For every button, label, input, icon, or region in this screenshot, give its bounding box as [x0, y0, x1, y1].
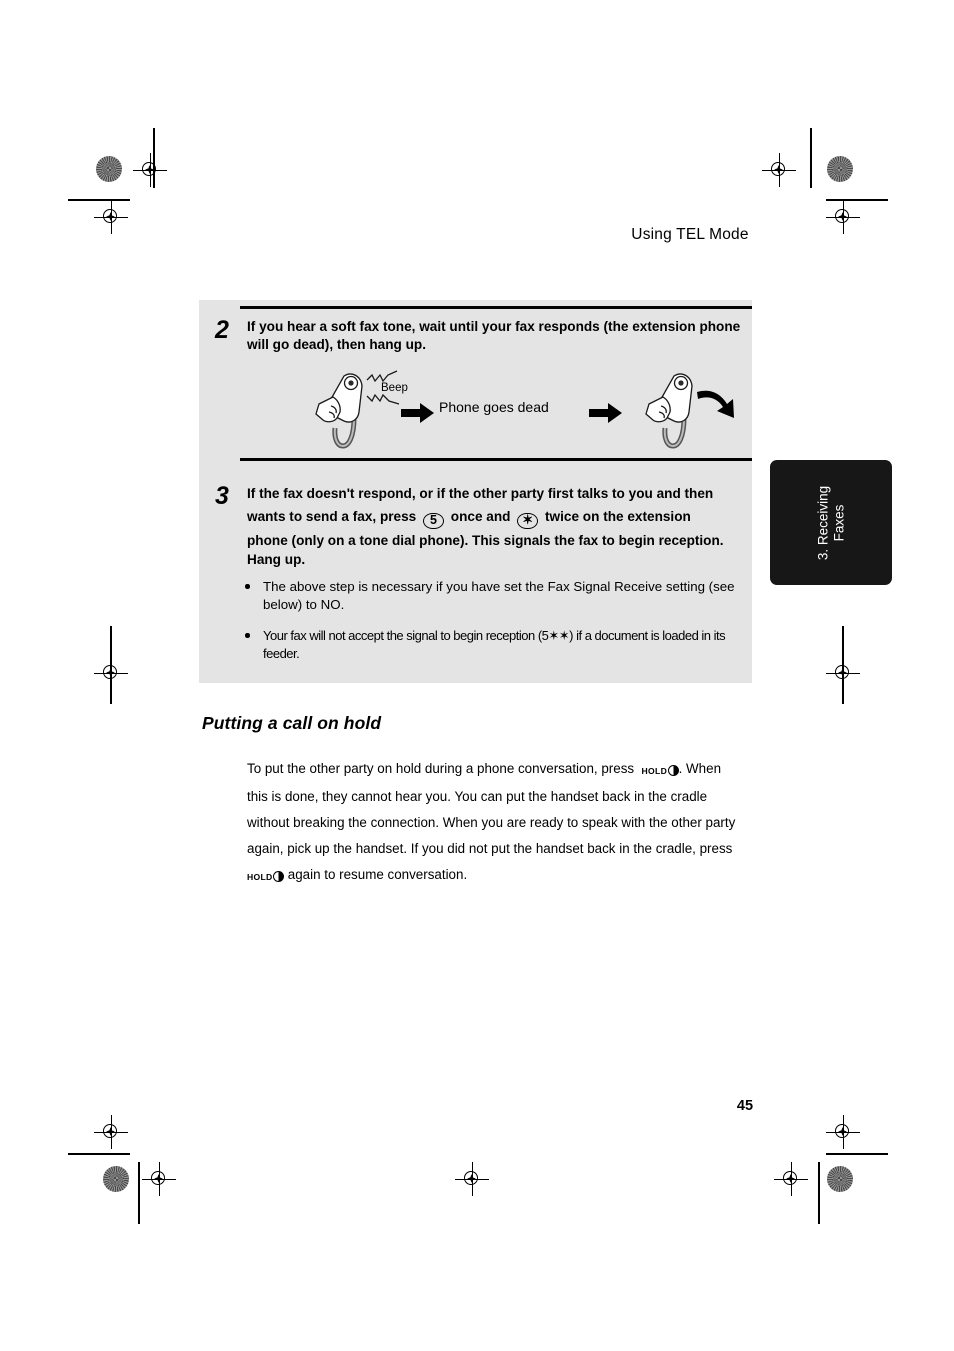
registration-target-top-left-inner — [133, 153, 167, 187]
hold-button-label: HOLD — [641, 766, 668, 776]
step-3-text-line2: wants to send a fax, press 5 once and ✶ … — [247, 509, 691, 529]
steps-panel: 2 If you hear a soft fax tone, wait unti… — [199, 300, 752, 683]
hold-button-icon: HOLD — [642, 757, 679, 784]
trim-line-bottom-left-vertical — [138, 1162, 140, 1224]
registration-target-bottom-center — [455, 1162, 489, 1196]
trim-line-bottom-left-horizontal — [68, 1153, 130, 1155]
page-title: Putting a call on hold — [202, 713, 382, 733]
registration-target-bottom-right-outer — [826, 1115, 860, 1149]
trim-line-bottom-right-vertical — [818, 1162, 820, 1224]
hold-section-paragraph: To put the other party on hold during a … — [247, 756, 742, 890]
figure-caption: Phone goes dead — [439, 399, 549, 415]
hold-moon-glyph — [667, 765, 679, 776]
halftone-circle-top-left — [96, 156, 122, 182]
trim-line-top-left-vertical — [153, 128, 155, 188]
registration-target-top-right-inner — [762, 153, 796, 187]
step-3-text: If the fax doesn't respond, or if the ot… — [247, 484, 752, 569]
page-header-title: Using TEL Mode — [631, 226, 749, 243]
bullet-dot-icon — [245, 584, 250, 589]
hold-moon-glyph-2 — [273, 871, 285, 882]
handset-hangup-icon — [645, 373, 734, 449]
chapter-thumb-tab-line1: 3. Receiving — [815, 485, 831, 560]
figure-phone-goes-dead: Beep Phone goes dead — [215, 366, 752, 454]
step-3-text-line2-a: wants to send a fax, press — [247, 509, 417, 524]
hold-paragraph-wrapper: To put the other party on hold during a … — [247, 756, 742, 890]
divider-rule-middle — [240, 458, 752, 461]
registration-target-bottom-left-outer — [94, 1115, 128, 1149]
beep-label: Beep — [381, 382, 408, 394]
step-3: 3 If the fax doesn't respond, or if the … — [215, 484, 752, 569]
divider-rule-top — [240, 306, 752, 309]
list-item: Your fax will not accept the signal to b… — [241, 627, 741, 662]
notes-bullet-list: The above step is necessary if you have … — [241, 578, 741, 676]
page-number: 45 — [736, 1098, 754, 1114]
right-arrow-icon-1 — [401, 403, 434, 423]
registration-target-bottom-left-inner — [142, 1162, 176, 1196]
key-5-icon: 5 — [423, 513, 445, 529]
trim-line-mid-left-vertical — [110, 626, 112, 704]
step-3-text-line2-b: once and — [450, 509, 511, 524]
chapter-thumb-tab-text: 3. Receiving Faxes — [816, 485, 847, 559]
hold-text-c: again to resume conversation. — [287, 867, 468, 882]
step-2-number: 2 — [215, 316, 229, 344]
trim-line-top-right-horizontal — [826, 199, 888, 201]
key-star-icon: ✶ — [517, 513, 539, 529]
trim-line-bottom-right-horizontal — [826, 1153, 888, 1155]
step-3-text-line2-c: twice on the extension — [545, 509, 691, 524]
trim-line-top-left-horizontal — [68, 199, 130, 201]
hold-text-a: To put the other party on hold during a … — [247, 761, 635, 776]
trim-line-mid-right-vertical — [842, 626, 844, 704]
step-3-text-line1: If the fax doesn't respond, or if the ot… — [247, 486, 714, 501]
chapter-thumb-tab: 3. Receiving Faxes — [770, 460, 892, 585]
step-2: 2 If you hear a soft fax tone, wait unti… — [215, 318, 752, 353]
step-2-text: If you hear a soft fax tone, wait until … — [247, 319, 741, 352]
step-3-number: 3 — [215, 482, 229, 510]
registration-target-top-left-outer — [94, 200, 128, 234]
bullet-dot-icon — [245, 633, 250, 638]
hold-button-label-2: HOLD — [247, 872, 273, 882]
trim-line-top-right-vertical — [810, 128, 812, 188]
halftone-circle-top-right — [827, 156, 853, 182]
registration-target-top-right-outer — [826, 200, 860, 234]
bullet-text-1: The above step is necessary if you have … — [263, 579, 735, 612]
bullet-text-2: Your fax will not accept the signal to b… — [263, 628, 726, 661]
hold-button-icon-2: HOLD — [247, 863, 285, 890]
halftone-circle-bottom-right — [827, 1166, 853, 1192]
list-item: The above step is necessary if you have … — [241, 578, 741, 613]
chapter-thumb-tab-line2: Faxes — [831, 504, 846, 541]
registration-target-bottom-right-inner — [774, 1162, 808, 1196]
halftone-circle-bottom-left — [103, 1166, 129, 1192]
step-3-text-line3: phone (only on a tone dial phone). This … — [247, 533, 724, 567]
right-arrow-icon-2 — [589, 403, 622, 423]
